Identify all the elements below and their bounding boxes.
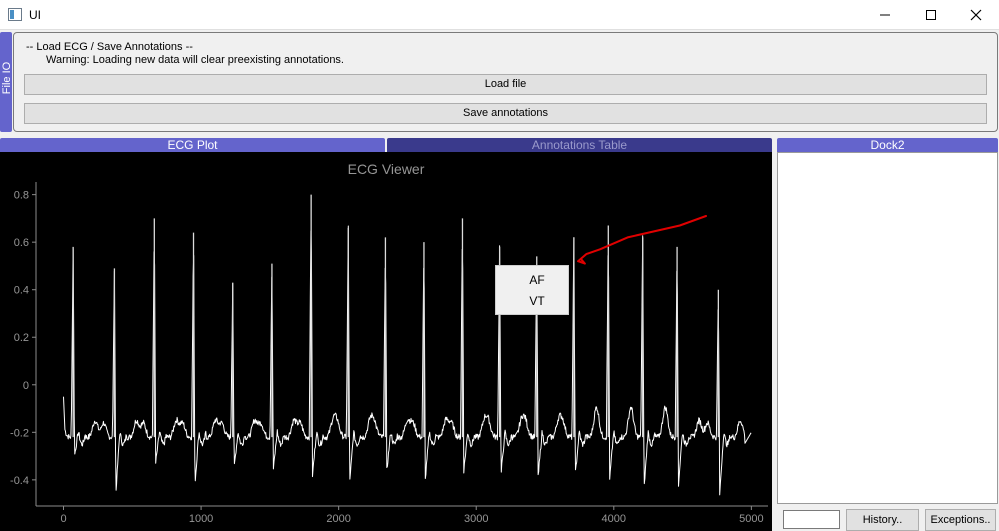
menu-item-vt[interactable]: VT — [496, 291, 568, 311]
x-tick-label: 0 — [60, 513, 66, 525]
ecg-plot[interactable]: -0.4 -0.2 0 0.2 0.4 0.6 0.8 0 1000 2000 3000 4000 50… — [0, 152, 772, 531]
maximize-button[interactable] — [908, 0, 954, 30]
close-button[interactable] — [953, 0, 999, 30]
dock2-panel — [777, 152, 998, 504]
x-tick-label: 2000 — [326, 513, 350, 525]
window-title: UI — [29, 8, 41, 22]
tab-dock2[interactable]: Dock2 — [777, 138, 998, 152]
console-input[interactable] — [783, 510, 840, 529]
menu-item-af[interactable]: AF — [496, 270, 568, 290]
dock-tab-label: File IO — [1, 61, 13, 95]
ecg-trace — [63, 225, 752, 496]
x-tick-label: 4000 — [602, 513, 626, 525]
maximize-icon — [926, 10, 936, 20]
y-tick-label: -0.4 — [10, 475, 29, 487]
console-toolbar: History.. Exceptions.. — [777, 504, 998, 531]
dock-tab-file-io[interactable]: File IO — [0, 32, 13, 132]
title-bar[interactable]: UI — [0, 0, 999, 30]
y-tick-label: 0.8 — [14, 190, 29, 202]
y-tick-label: 0.2 — [14, 332, 29, 344]
x-tick-label: 1000 — [189, 513, 213, 525]
minimize-icon — [880, 14, 890, 16]
file-io-panel: -- Load ECG / Save Annotations -- Warnin… — [13, 32, 998, 132]
load-file-button[interactable]: Load file — [24, 74, 987, 95]
file-io-warning: Warning: Loading new data will clear pre… — [46, 54, 344, 66]
ecg-chart[interactable]: -0.4 -0.2 0 0.2 0.4 0.6 0.8 0 1000 2000 3000 4000 50… — [0, 152, 772, 531]
save-annotations-button[interactable]: Save annotations — [24, 103, 987, 124]
close-icon — [970, 9, 982, 21]
y-tick-label: 0 — [23, 380, 29, 392]
tab-annotations-table[interactable]: Annotations Table — [387, 138, 772, 152]
x-tick-label: 3000 — [464, 513, 488, 525]
history-button[interactable]: History.. — [846, 509, 919, 531]
tab-ecg-plot[interactable]: ECG Plot — [0, 138, 385, 152]
y-tick-label: -0.2 — [10, 427, 29, 439]
file-io-heading: -- Load ECG / Save Annotations -- — [26, 41, 193, 53]
chart-title: ECG Viewer — [347, 161, 425, 177]
y-tick-label: 0.6 — [14, 237, 29, 249]
annotation-context-menu: AF VT — [495, 265, 569, 315]
x-tick-label: 5000 — [739, 513, 763, 525]
exceptions-button[interactable]: Exceptions.. — [925, 509, 996, 531]
app-window: UI File IO -- Load ECG / Save Annotation… — [0, 0, 999, 531]
y-tick-label: 0.4 — [14, 285, 29, 297]
minimize-button[interactable] — [862, 0, 908, 30]
app-window-icon — [8, 8, 22, 21]
